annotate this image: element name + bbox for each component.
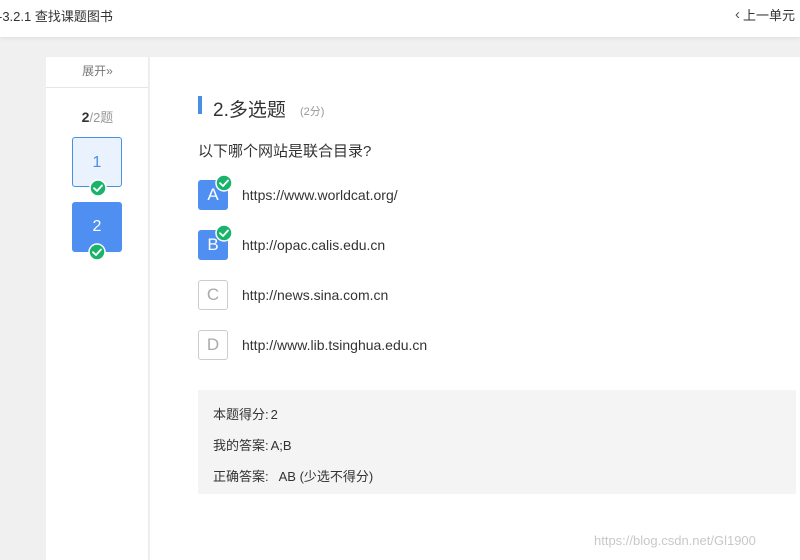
score-label: 本题得分: (213, 407, 269, 422)
prev-unit-link[interactable]: ‹ 上一单元 (735, 5, 795, 24)
question-score: (2分) (300, 106, 325, 118)
question-nav-label: 1 (92, 154, 102, 171)
chevron-left-icon: ‹ (735, 6, 740, 23)
check-circle-icon (88, 243, 106, 261)
correct-answer-value: AB (少选不得分) (278, 469, 374, 484)
my-answer-line: 我的答案: A;B (213, 435, 292, 454)
my-answer-value: A;B (270, 438, 292, 453)
check-circle-icon (89, 179, 107, 197)
prev-unit-label: 上一单元 (743, 8, 796, 23)
option-letter: C (198, 280, 228, 310)
page-title: -3.2.1 查找课题图书 (0, 9, 113, 24)
option-c[interactable]: C http://news.sina.com.cn (198, 280, 598, 310)
my-answer-label: 我的答案: (213, 438, 269, 453)
check-circle-icon (215, 174, 233, 192)
correct-answer-line: 正确答案: AB (少选不得分) (213, 466, 373, 485)
question-panel: 2.多选题 (2分) 以下哪个网站是联合目录? A https://www.wo… (150, 57, 800, 560)
title-accent-bar (198, 96, 202, 114)
option-letter: A (198, 174, 233, 210)
score-value: 2 (270, 407, 278, 422)
progress-total: /2题 (89, 110, 114, 125)
option-b[interactable]: B http://opac.calis.edu.cn (198, 224, 598, 260)
answer-summary: 本题得分: 2 我的答案: A;B 正确答案: AB (少选不得分) (198, 390, 796, 494)
question-nav-2[interactable]: 2 (72, 202, 122, 261)
option-letter-text: C (206, 285, 220, 304)
question-nav-1[interactable]: 1 (72, 137, 122, 197)
top-bar: -3.2.1 查找课题图书 ‹ 上一单元 (0, 0, 800, 37)
option-text: http://news.sina.com.cn (242, 287, 389, 303)
option-text: https://www.worldcat.org/ (242, 187, 398, 203)
question-title: 2.多选题 (213, 100, 286, 121)
option-letter-text: D (206, 335, 220, 354)
option-text: http://opac.calis.edu.cn (242, 237, 386, 253)
expand-button[interactable]: 展开» (46, 57, 149, 88)
check-circle-icon (215, 224, 233, 242)
option-letter: D (198, 330, 228, 360)
option-text: http://www.lib.tsinghua.edu.cn (242, 337, 428, 353)
option-letter: B (198, 224, 233, 260)
score-line: 本题得分: 2 (213, 404, 278, 423)
question-nav-label: 2 (92, 218, 102, 235)
question-nav-panel: 展开» 2/2题 1 2 (46, 57, 149, 560)
correct-answer-label: 正确答案: (213, 469, 269, 484)
progress-counter: 2/2题 (46, 107, 149, 126)
watermark: https://blog.csdn.net/Gl1900 (594, 533, 756, 548)
option-a[interactable]: A https://www.worldcat.org/ (198, 174, 598, 210)
option-d[interactable]: D http://www.lib.tsinghua.edu.cn (198, 330, 598, 360)
question-stem: 以下哪个网站是联合目录? (198, 143, 372, 160)
